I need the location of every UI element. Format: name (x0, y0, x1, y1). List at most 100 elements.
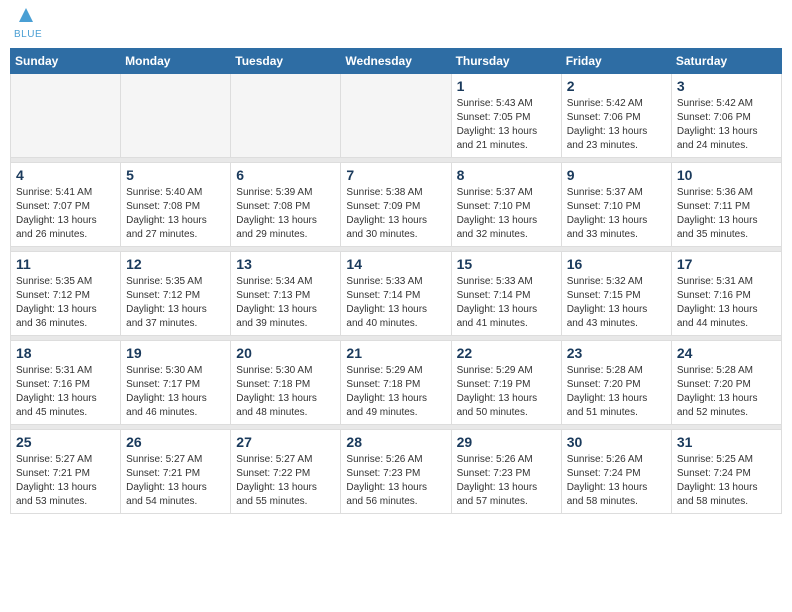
day-info: Sunrise: 5:25 AM Sunset: 7:24 PM Dayligh… (677, 453, 776, 509)
calendar-day-cell: 3Sunrise: 5:42 AM Sunset: 7:06 PM Daylig… (671, 74, 781, 158)
day-number: 4 (16, 167, 115, 183)
day-number: 9 (567, 167, 666, 183)
calendar-day-cell: 6 Sunrise: 5:39 AM Sunset: 7:08 PM Daylig… (231, 163, 341, 247)
calendar-day-cell: 17 Sunrise: 5:31 AM Sunset: 7:16 PM Dayli… (671, 252, 781, 336)
day-number: 11 (16, 256, 115, 272)
calendar-day-cell: 22 Sunrise: 5:29 AM Sunset: 7:19 PM Dayli… (451, 341, 561, 425)
day-info: Sunrise: 5:43 AM Sunset: 7:05 PM Dayligh… (457, 97, 556, 153)
calendar-table: SundayMondayTuesdayWednesdayThursdayFrid… (10, 48, 782, 514)
day-info: Sunrise: 5:31 AM Sunset: 7:16 PM Dayligh… (677, 275, 776, 331)
calendar-day-cell: 26 Sunrise: 5:27 AM Sunset: 7:21 PM Dayli… (121, 430, 231, 514)
day-number: 31 (677, 434, 776, 450)
day-number: 1 (457, 78, 556, 94)
calendar-day-cell (11, 74, 121, 158)
calendar-day-cell: 12Sunrise: 5:35 AM Sunset: 7:12 PM Dayli… (121, 252, 231, 336)
calendar-day-cell: 18 Sunrise: 5:31 AM Sunset: 7:16 PM Dayli… (11, 341, 121, 425)
day-info: Sunrise: 5:28 AM Sunset: 7:20 PM Dayligh… (567, 364, 666, 420)
calendar-day-cell (341, 74, 451, 158)
day-number: 30 (567, 434, 666, 450)
day-info: Sunrise: 5:30 AM Sunset: 7:17 PM Dayligh… (126, 364, 225, 420)
day-info: Sunrise: 5:26 AM Sunset: 7:23 PM Dayligh… (346, 453, 445, 509)
day-info: Sunrise: 5:26 AM Sunset: 7:24 PM Dayligh… (567, 453, 666, 509)
day-number: 2 (567, 78, 666, 94)
day-info: Sunrise: 5:42 AM Sunset: 7:06 PM Dayligh… (567, 97, 666, 153)
day-number: 25 (16, 434, 115, 450)
day-number: 8 (457, 167, 556, 183)
day-info: Sunrise: 5:32 AM Sunset: 7:15 PM Dayligh… (567, 275, 666, 331)
day-info: Sunrise: 5:28 AM Sunset: 7:20 PM Dayligh… (677, 364, 776, 420)
calendar-day-cell: 15 Sunrise: 5:33 AM Sunset: 7:14 PM Dayli… (451, 252, 561, 336)
day-number: 22 (457, 345, 556, 361)
day-number: 21 (346, 345, 445, 361)
day-info: Sunrise: 5:40 AM Sunset: 7:08 PM Dayligh… (126, 186, 225, 242)
day-info: Sunrise: 5:33 AM Sunset: 7:14 PM Dayligh… (457, 275, 556, 331)
day-info: Sunrise: 5:26 AM Sunset: 7:23 PM Dayligh… (457, 453, 556, 509)
day-info: Sunrise: 5:27 AM Sunset: 7:21 PM Dayligh… (16, 453, 115, 509)
weekday-header-tuesday: Tuesday (231, 49, 341, 74)
calendar-day-cell: 9Sunrise: 5:37 AM Sunset: 7:10 PM Daylig… (561, 163, 671, 247)
weekday-header-friday: Friday (561, 49, 671, 74)
calendar-day-cell: 19 Sunrise: 5:30 AM Sunset: 7:17 PM Dayli… (121, 341, 231, 425)
weekday-header-monday: Monday (121, 49, 231, 74)
day-info: Sunrise: 5:29 AM Sunset: 7:18 PM Dayligh… (346, 364, 445, 420)
day-number: 18 (16, 345, 115, 361)
weekday-header-sunday: Sunday (11, 49, 121, 74)
logo-icon (17, 6, 35, 29)
calendar-day-cell: 1 Sunrise: 5:43 AM Sunset: 7:05 PM Daylig… (451, 74, 561, 158)
day-info: Sunrise: 5:36 AM Sunset: 7:11 PM Dayligh… (677, 186, 776, 242)
day-number: 28 (346, 434, 445, 450)
day-number: 19 (126, 345, 225, 361)
weekday-header-thursday: Thursday (451, 49, 561, 74)
day-info: Sunrise: 5:27 AM Sunset: 7:21 PM Dayligh… (126, 453, 225, 509)
calendar-day-cell: 2 Sunrise: 5:42 AM Sunset: 7:06 PM Daylig… (561, 74, 671, 158)
day-number: 29 (457, 434, 556, 450)
day-info: Sunrise: 5:39 AM Sunset: 7:08 PM Dayligh… (236, 186, 335, 242)
calendar-week-row: 11 Sunrise: 5:35 AM Sunset: 7:12 PM Dayli… (11, 252, 782, 336)
day-number: 27 (236, 434, 335, 450)
day-number: 10 (677, 167, 776, 183)
day-number: 5 (126, 167, 225, 183)
calendar-day-cell: 7 Sunrise: 5:38 AM Sunset: 7:09 PM Daylig… (341, 163, 451, 247)
calendar-day-cell: 5 Sunrise: 5:40 AM Sunset: 7:08 PM Daylig… (121, 163, 231, 247)
day-number: 14 (346, 256, 445, 272)
day-info: Sunrise: 5:42 AM Sunset: 7:06 PM Dayligh… (677, 97, 776, 153)
weekday-header-wednesday: Wednesday (341, 49, 451, 74)
day-number: 13 (236, 256, 335, 272)
day-info: Sunrise: 5:37 AM Sunset: 7:10 PM Dayligh… (457, 186, 556, 242)
calendar-day-cell: 27 Sunrise: 5:27 AM Sunset: 7:22 PM Dayli… (231, 430, 341, 514)
calendar-day-cell: 20 Sunrise: 5:30 AM Sunset: 7:18 PM Dayli… (231, 341, 341, 425)
calendar-day-cell: 10 Sunrise: 5:36 AM Sunset: 7:11 PM Dayli… (671, 163, 781, 247)
day-number: 16 (567, 256, 666, 272)
day-number: 15 (457, 256, 556, 272)
calendar-day-cell: 25 Sunrise: 5:27 AM Sunset: 7:21 PM Dayli… (11, 430, 121, 514)
calendar-week-row: 18 Sunrise: 5:31 AM Sunset: 7:16 PM Dayli… (11, 341, 782, 425)
calendar-day-cell: 4Sunrise: 5:41 AM Sunset: 7:07 PM Daylig… (11, 163, 121, 247)
page-header: BLUE (10, 10, 782, 40)
day-number: 6 (236, 167, 335, 183)
day-number: 7 (346, 167, 445, 183)
day-info: Sunrise: 5:29 AM Sunset: 7:19 PM Dayligh… (457, 364, 556, 420)
calendar-day-cell: 13Sunrise: 5:34 AM Sunset: 7:13 PM Dayli… (231, 252, 341, 336)
logo: BLUE (14, 10, 42, 40)
calendar-day-cell: 21 Sunrise: 5:29 AM Sunset: 7:18 PM Dayli… (341, 341, 451, 425)
day-number: 26 (126, 434, 225, 450)
day-number: 23 (567, 345, 666, 361)
calendar-day-cell: 8 Sunrise: 5:37 AM Sunset: 7:10 PM Daylig… (451, 163, 561, 247)
calendar-day-cell: 30 Sunrise: 5:26 AM Sunset: 7:24 PM Dayli… (561, 430, 671, 514)
day-info: Sunrise: 5:33 AM Sunset: 7:14 PM Dayligh… (346, 275, 445, 331)
day-number: 24 (677, 345, 776, 361)
day-number: 20 (236, 345, 335, 361)
weekday-header-row: SundayMondayTuesdayWednesdayThursdayFrid… (11, 49, 782, 74)
calendar-day-cell: 14 Sunrise: 5:33 AM Sunset: 7:14 PM Dayli… (341, 252, 451, 336)
day-info: Sunrise: 5:27 AM Sunset: 7:22 PM Dayligh… (236, 453, 335, 509)
calendar-day-cell: 31 Sunrise: 5:25 AM Sunset: 7:24 PM Dayli… (671, 430, 781, 514)
calendar-day-cell: 24 Sunrise: 5:28 AM Sunset: 7:20 PM Dayli… (671, 341, 781, 425)
day-info: Sunrise: 5:31 AM Sunset: 7:16 PM Dayligh… (16, 364, 115, 420)
day-number: 12 (126, 256, 225, 272)
day-info: Sunrise: 5:35 AM Sunset: 7:12 PM Dayligh… (16, 275, 115, 331)
day-info: Sunrise: 5:30 AM Sunset: 7:18 PM Dayligh… (236, 364, 335, 420)
weekday-header-saturday: Saturday (671, 49, 781, 74)
day-info: Sunrise: 5:38 AM Sunset: 7:09 PM Dayligh… (346, 186, 445, 242)
day-number: 17 (677, 256, 776, 272)
calendar-day-cell: 16 Sunrise: 5:32 AM Sunset: 7:15 PM Dayli… (561, 252, 671, 336)
